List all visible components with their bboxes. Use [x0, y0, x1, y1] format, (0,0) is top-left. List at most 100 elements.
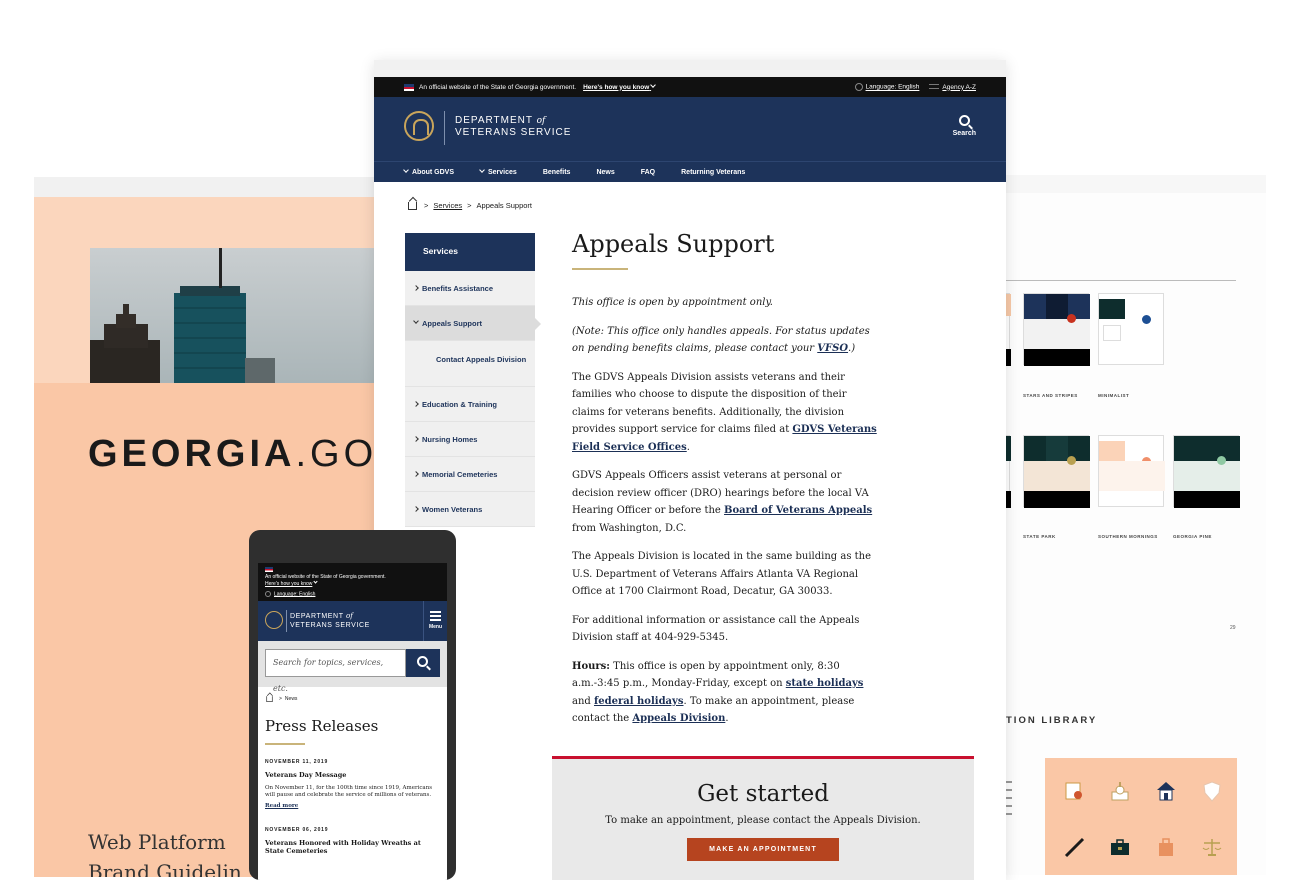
chevron-down-icon [479, 166, 485, 173]
mobile-language-selector[interactable]: Language: English [265, 591, 440, 598]
chevron-down-icon [413, 318, 419, 324]
chevron-right-icon [413, 436, 419, 442]
nav-returning-veterans[interactable]: Returning Veterans [681, 169, 745, 176]
appeals-division-link[interactable]: Appeals Division [632, 713, 725, 724]
illustration-library-heading: TION LIBRARY [1006, 715, 1098, 726]
appointment-note: This office is open by appointment only. [572, 297, 773, 308]
nav-about-gdvs[interactable]: About GDVS [403, 166, 454, 176]
certificate-icon [1061, 780, 1087, 806]
sidebar-item-memorial-cemeteries[interactable]: Memorial Cemeteries [405, 457, 535, 492]
swatch-state-park [1023, 435, 1090, 508]
read-more-link[interactable]: Read more [258, 803, 447, 809]
georgia-flag-icon [404, 83, 414, 91]
mobile-search-bar: Search for topics, services, etc. [258, 641, 447, 693]
status-note: (Note: This office only handles appeals.… [572, 325, 870, 355]
release-summary: On November 11, for the 100th time since… [265, 784, 433, 798]
make-appointment-button[interactable]: MAKE AN APPOINTMENT [687, 838, 839, 861]
swatch-minimalist [1098, 293, 1164, 365]
georgia-seal-icon[interactable] [404, 111, 434, 141]
release-headline[interactable]: Veterans Honored with Holiday Wreaths at… [258, 839, 447, 855]
nav-faq[interactable]: FAQ [641, 169, 655, 176]
bag-icon [1153, 836, 1179, 862]
gov-banner-utilities: Language: English Agency A-Z [854, 77, 976, 97]
sidebar-item-nursing-homes[interactable]: Nursing Homes [405, 422, 535, 457]
globe-icon [265, 591, 271, 597]
search-icon [417, 656, 428, 667]
georgia-seal-icon[interactable] [265, 611, 283, 629]
sidebar-item-appeals-support[interactable]: Appeals Support [405, 306, 541, 341]
house-icon [1153, 780, 1179, 806]
home-icon[interactable] [266, 696, 273, 702]
mobile-search-input[interactable]: Search for topics, services, etc. [265, 649, 406, 693]
header-divider [444, 111, 445, 145]
swatch-label: SOUTHERN MORNINGS [1098, 534, 1158, 539]
home-icon[interactable] [408, 201, 417, 210]
guidelines-title-line2: Brand Guidelin [88, 860, 242, 877]
sidebar-item-benefits-assistance[interactable]: Benefits Assistance [405, 271, 535, 306]
rifle-icon [1061, 836, 1087, 862]
mobile-device: An official website of the State of Geor… [249, 530, 456, 880]
color-palette-card: STARS AND STRIPES MINIMALIST STATE PARK … [990, 175, 1266, 875]
main-content: Appeals Support This office is open by a… [572, 230, 882, 739]
release-date: NOVEMBER 11, 2019 [265, 758, 329, 765]
get-started-panel: Get started To make an appointment, plea… [552, 756, 974, 880]
mobile-heres-how-link[interactable]: Here's how you know [265, 579, 440, 588]
department-logo-text[interactable]: DEPARTMENT of VETERANS SERVICE [455, 115, 571, 139]
mobile-site-header: DEPARTMENT of VETERANS SERVICE Menu [258, 601, 447, 641]
nav-news[interactable]: News [596, 169, 614, 176]
state-holidays-link[interactable]: state holidays [786, 678, 864, 689]
search-icon [958, 115, 970, 126]
search-button[interactable]: Search [953, 115, 976, 137]
page-number: 29 [1230, 625, 1236, 631]
illustration-panel [1045, 758, 1237, 875]
shield-icon [1199, 780, 1225, 806]
mobile-menu-button[interactable]: Menu [423, 601, 447, 641]
title-underline [265, 743, 305, 745]
swatch-southern-mornings [1098, 435, 1165, 507]
release-date: NOVEMBER 06, 2019 [265, 826, 329, 833]
chevron-down-icon [313, 579, 318, 584]
chevron-right-icon [413, 471, 419, 477]
press-release-item: NOVEMBER 11, 2019 Veterans Day Message O… [258, 759, 447, 809]
scales-icon [1199, 836, 1225, 862]
header-divider [286, 610, 287, 632]
hamburger-icon [430, 611, 441, 621]
card-top-strip [34, 177, 394, 197]
page-title: Appeals Support [572, 230, 775, 258]
skyline-illustration [90, 248, 275, 383]
get-started-text: To make an appointment, please contact t… [605, 815, 921, 826]
swatch-label: STATE PARK [1023, 534, 1056, 539]
guidelines-title-line1: Web Platform [88, 830, 226, 854]
chevron-right-icon [413, 401, 419, 407]
nav-benefits[interactable]: Benefits [543, 169, 571, 176]
release-headline[interactable]: Veterans Day Message [258, 771, 447, 779]
hours-paragraph: Hours: This office is open by appointmen… [572, 660, 864, 725]
sidebar-heading[interactable]: Services [405, 233, 535, 271]
list-icon [929, 84, 940, 90]
federal-holidays-link[interactable]: federal holidays [594, 696, 684, 707]
chevron-down-icon [650, 81, 656, 88]
breadcrumb-services-link[interactable]: Services [433, 201, 462, 210]
globe-icon [854, 83, 863, 91]
contact-paragraph: For additional information or assistance… [572, 614, 860, 644]
text-lines-decoration [1006, 781, 1014, 821]
mobile-search-button[interactable] [406, 649, 440, 677]
sidebar-item-women-veterans[interactable]: Women Veterans [405, 492, 535, 527]
desktop-browser-window: An official website of the State of Geor… [374, 60, 1006, 880]
nav-services[interactable]: Services [479, 166, 517, 176]
heres-how-you-know-link[interactable]: Here's how you know [583, 81, 659, 91]
officers-description: GDVS Appeals Officers assist veterans at… [572, 470, 873, 534]
agency-az-link[interactable]: Agency A-Z [929, 84, 976, 91]
vfso-link[interactable]: VFSO [817, 343, 848, 354]
mobile-department-logo-text[interactable]: DEPARTMENT of VETERANS SERVICE [290, 612, 370, 630]
guidelines-title: Web Platform Brand Guidelin [88, 827, 242, 877]
swatch-stars-and-stripes [1023, 293, 1090, 366]
briefcase-icon [1107, 836, 1133, 862]
language-selector[interactable]: Language: English [854, 83, 919, 91]
palette-page: STARS AND STRIPES MINIMALIST STATE PARK … [990, 193, 1266, 875]
swatch-label: MINIMALIST [1098, 393, 1130, 398]
board-of-veterans-appeals-link[interactable]: Board of Veterans Appeals [724, 505, 872, 516]
chevron-right-icon [413, 506, 419, 512]
sidebar-subitem-contact-appeals[interactable]: Contact Appeals Division [405, 341, 535, 387]
sidebar-item-education-training[interactable]: Education & Training [405, 387, 535, 422]
